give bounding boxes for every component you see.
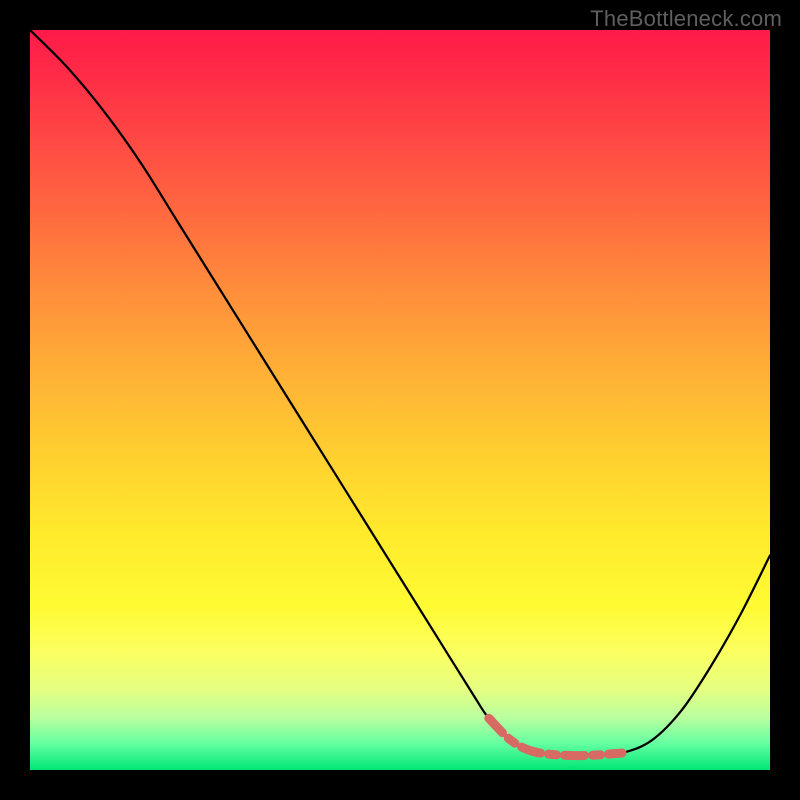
curve-svg [30, 30, 770, 770]
chart-stage: TheBottleneck.com [0, 0, 800, 800]
bottleneck-curve [30, 30, 770, 756]
watermark-text: TheBottleneck.com [590, 6, 782, 32]
plot-area [30, 30, 770, 770]
optimal-range-highlight [489, 718, 622, 755]
